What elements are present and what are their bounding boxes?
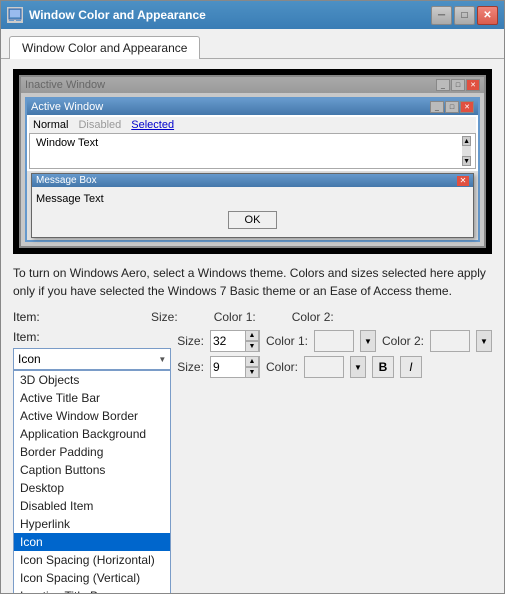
inactive-title-controls: _ □ ✕ <box>436 79 480 91</box>
main-content: Inactive Window _ □ ✕ Active Window _ □ <box>1 59 504 593</box>
active-minimize-btn: _ <box>430 101 444 113</box>
message-box-close[interactable]: ✕ <box>457 176 469 186</box>
inactive-close-btn: ✕ <box>466 79 480 91</box>
window-icon <box>7 7 23 23</box>
dropdown-item-icon-spacing-v[interactable]: Icon Spacing (Vertical) <box>14 569 170 587</box>
inactive-title-bar: Inactive Window _ □ ✕ <box>21 77 484 93</box>
color2-arrow[interactable]: ▼ <box>476 330 492 352</box>
size-label-top: Size: <box>177 334 204 348</box>
window-text-label: Window Text <box>34 136 462 150</box>
color1-box[interactable] <box>314 330 354 352</box>
message-ok-button[interactable]: OK <box>228 211 278 229</box>
dropdown-item-desktop[interactable]: Desktop <box>14 479 170 497</box>
scroll-down[interactable]: ▼ <box>462 156 471 166</box>
item-row: Item: Size: Color 1: Color 2: <box>13 310 492 324</box>
dropdown-item-app-background[interactable]: Application Background <box>14 425 170 443</box>
dropdown-item-3d[interactable]: 3D Objects <box>14 371 170 389</box>
minimize-button[interactable]: ─ <box>431 6 452 25</box>
dropdown-item-icon-spacing-h[interactable]: Icon Spacing (Horizontal) <box>14 551 170 569</box>
active-window-body: Normal Disabled Selected Window Text ▲ ▼ <box>27 115 478 171</box>
italic-button[interactable]: I <box>400 356 422 378</box>
message-box-title-bar: Message Box ✕ <box>32 174 473 187</box>
size-down[interactable]: ▼ <box>245 341 259 352</box>
size-arrows: ▲ ▼ <box>245 330 259 352</box>
dropdown-item-active-title[interactable]: Active Title Bar <box>14 389 170 407</box>
font-color-arrow[interactable]: ▼ <box>350 356 366 378</box>
inactive-window: Inactive Window _ □ ✕ Active Window _ □ <box>19 75 486 248</box>
dropdown-item-active-border[interactable]: Active Window Border <box>14 407 170 425</box>
message-box-container: Message Box ✕ Message Text OK <box>31 173 474 238</box>
inactive-window-title: Inactive Window <box>25 79 105 91</box>
font-size-up[interactable]: ▲ <box>245 356 259 367</box>
title-bar-controls: ─ □ ✕ <box>431 6 498 25</box>
active-title-bar: Active Window _ □ ✕ <box>27 99 478 115</box>
state-selected: Selected <box>131 119 174 131</box>
color1-arrow[interactable]: ▼ <box>360 330 376 352</box>
dropdown-item-hyperlink[interactable]: Hyperlink <box>14 515 170 533</box>
window-title: Window Color and Appearance <box>29 8 431 22</box>
font-size-arrows: ▲ ▼ <box>245 356 259 378</box>
dropdown-item-caption[interactable]: Caption Buttons <box>14 461 170 479</box>
main-window: Window Color and Appearance ─ □ ✕ Window… <box>0 0 505 594</box>
message-box-text: Message Text <box>36 191 469 207</box>
message-box: Message Box ✕ Message Text OK <box>31 173 474 238</box>
color2-col-label: Color 2: <box>292 310 334 324</box>
window-text-area: Window Text ▲ ▼ <box>29 133 476 169</box>
color1-label-top: Color 1: <box>266 334 308 348</box>
dropdown-item-border-padding[interactable]: Border Padding <box>14 443 170 461</box>
state-normal: Normal <box>33 119 68 131</box>
dropdown-item-icon[interactable]: Icon <box>14 533 170 551</box>
tab-bar: Window Color and Appearance <box>1 29 504 59</box>
dropdown-item-disabled[interactable]: Disabled Item <box>14 497 170 515</box>
item-label: Item: <box>13 310 53 324</box>
state-disabled: Disabled <box>78 119 121 131</box>
dropdown-list: 3D Objects Active Title Bar Active Windo… <box>13 370 171 593</box>
window-scrollbar[interactable]: ▲ ▼ <box>462 136 471 166</box>
color2-box[interactable] <box>430 330 470 352</box>
active-window: Active Window _ □ ✕ Normal Disabled Sele… <box>25 97 480 242</box>
bold-button[interactable]: B <box>372 356 394 378</box>
title-bar: Window Color and Appearance ─ □ ✕ <box>1 1 504 29</box>
active-close-btn: ✕ <box>460 101 474 113</box>
font-color-box[interactable] <box>304 356 344 378</box>
dropdown-item-inactive-title[interactable]: Inactive Title Bar <box>14 587 170 593</box>
maximize-button[interactable]: □ <box>454 6 475 25</box>
preview-area: Inactive Window _ □ ✕ Active Window _ □ <box>13 69 492 254</box>
dropdown-arrow-icon: ▼ <box>158 355 166 364</box>
size-up[interactable]: ▲ <box>245 330 259 341</box>
active-window-title: Active Window <box>31 101 103 113</box>
font-size-down[interactable]: ▼ <box>245 367 259 378</box>
item-dropdown-value: Icon <box>18 352 41 366</box>
font-color-label: Color: <box>266 360 298 374</box>
button-states: Normal Disabled Selected <box>29 117 476 133</box>
color2-label-top: Color 2: <box>382 334 424 348</box>
inactive-minimize-btn: _ <box>436 79 450 91</box>
item-text-label: Item: <box>13 330 53 344</box>
message-box-title-text: Message Box <box>36 175 97 186</box>
item-dropdown[interactable]: Icon ▼ <box>13 348 171 370</box>
color1-col-label: Color 1: <box>214 310 256 324</box>
size-col-label: Size: <box>151 310 178 324</box>
close-button[interactable]: ✕ <box>477 6 498 25</box>
tab-window-color[interactable]: Window Color and Appearance <box>9 36 200 59</box>
size-input-field[interactable]: 32 ▲ ▼ <box>210 330 260 352</box>
scroll-up[interactable]: ▲ <box>462 136 471 146</box>
info-text: To turn on Windows Aero, select a Window… <box>13 264 492 300</box>
font-size-value: 9 <box>211 360 245 374</box>
active-title-controls: _ □ ✕ <box>430 101 474 113</box>
active-maximize-btn: □ <box>445 101 459 113</box>
font-size-input[interactable]: 9 ▲ ▼ <box>210 356 260 378</box>
size-value: 32 <box>211 334 245 348</box>
inactive-maximize-btn: □ <box>451 79 465 91</box>
font-size-label: Size: <box>177 360 204 374</box>
